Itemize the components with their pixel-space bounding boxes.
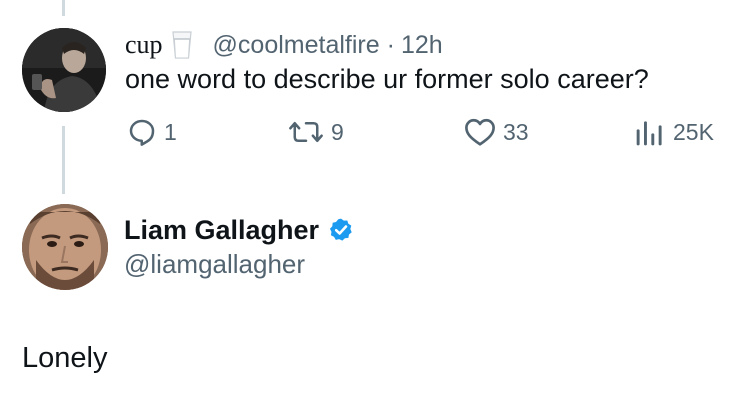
like-button[interactable]: 33: [464, 114, 529, 150]
main-tweet-text: Lonely: [22, 342, 108, 374]
retweet-button[interactable]: 9: [288, 114, 344, 150]
like-count: 33: [503, 118, 529, 145]
meta-separator: ·: [386, 30, 395, 59]
reply-author-name[interactable]: cup: [125, 30, 163, 60]
reply-tweet-text: one word to describe ur former solo care…: [125, 64, 649, 94]
main-author-name[interactable]: Liam Gallagher: [124, 215, 319, 246]
avatar-photo: [22, 28, 106, 112]
heart-icon: [465, 118, 495, 146]
retweet-count: 9: [331, 118, 344, 145]
avatar-coolmetalfire[interactable]: [22, 28, 106, 112]
thread-connector: [62, 126, 65, 194]
retweet-icon: [289, 122, 323, 142]
analytics-bars-icon: [636, 121, 662, 146]
avatar-liamgallagher[interactable]: [22, 204, 108, 290]
views-button[interactable]: 25K: [634, 114, 714, 150]
thread-connector-top: [62, 0, 65, 16]
main-author-handle[interactable]: @liamgallagher: [124, 249, 305, 280]
glass-of-milk-icon: [171, 30, 193, 60]
main-tweet-author-row: Liam Gallagher: [124, 212, 354, 248]
reply-button[interactable]: 1: [127, 114, 177, 150]
view-count: 25K: [673, 118, 714, 145]
reply-tweet-header: cup @coolmetalfire · 12h: [125, 29, 443, 61]
verified-badge-icon[interactable]: [328, 217, 354, 243]
tweet-thread: cup @coolmetalfire · 12h one word to des…: [0, 0, 736, 414]
reply-icon: [129, 119, 155, 146]
reply-timestamp[interactable]: 12h: [401, 31, 443, 60]
reply-author-handle[interactable]: @coolmetalfire: [213, 31, 380, 60]
reply-count: 1: [164, 118, 177, 145]
avatar-photo: [22, 204, 108, 290]
